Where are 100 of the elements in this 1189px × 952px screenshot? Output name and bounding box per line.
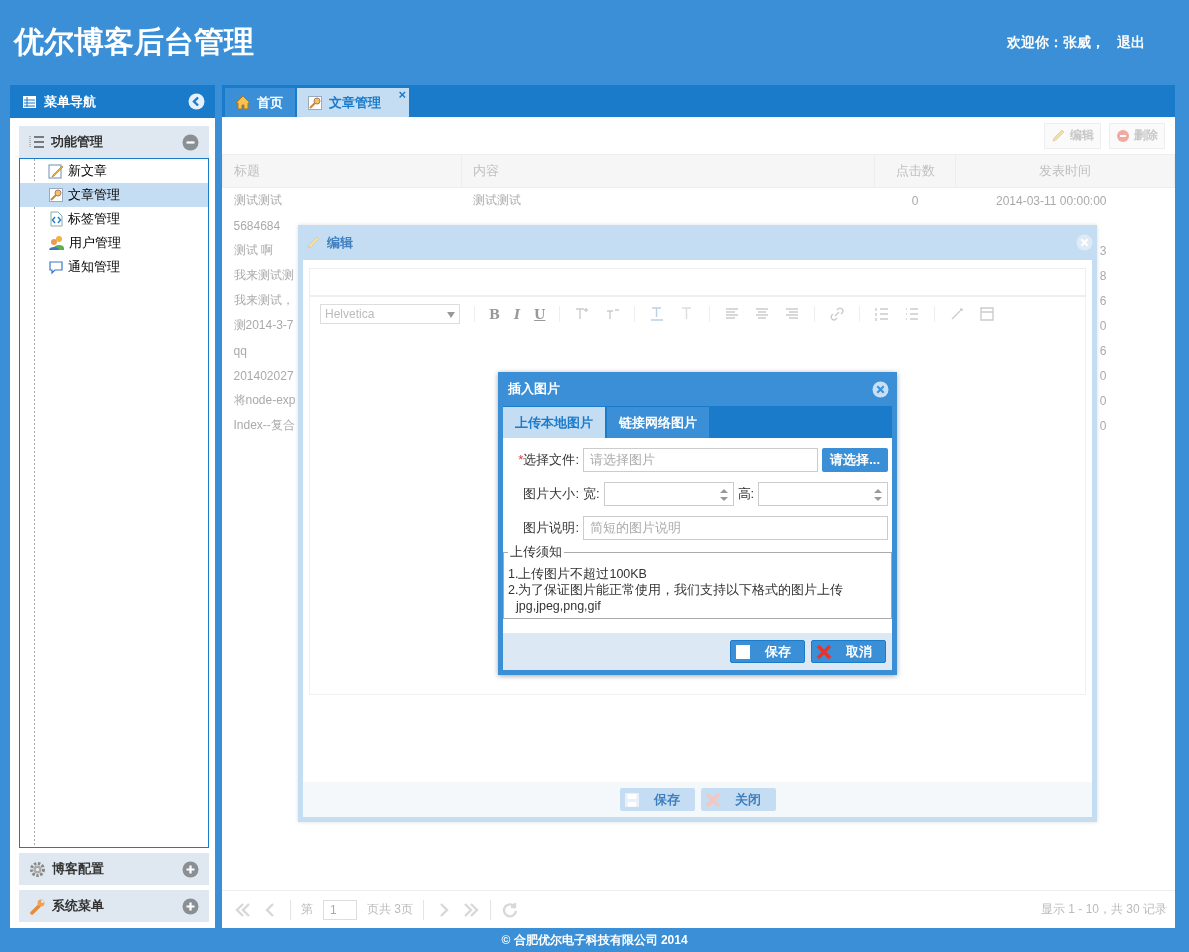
table-cell: 我来测试， xyxy=(233,293,294,307)
tab[interactable]: 首页 xyxy=(225,88,295,117)
file-input[interactable]: 请选择图片 xyxy=(583,448,819,472)
spinner-arrows-icon[interactable] xyxy=(873,488,883,502)
key-icon xyxy=(48,187,64,203)
table-cell: 5684684 xyxy=(233,218,281,233)
tree-item[interactable]: 通知管理 xyxy=(20,255,208,279)
browse-button[interactable]: 请选择... xyxy=(822,448,888,472)
tab[interactable]: 链接网络图片 xyxy=(607,407,709,438)
tab[interactable]: 文章管理 × xyxy=(297,88,409,117)
last-page-icon[interactable] xyxy=(462,900,480,919)
wrench-icon xyxy=(29,897,46,915)
font-size-up-icon[interactable] xyxy=(574,306,591,322)
tree-item[interactable]: 用户管理 xyxy=(20,231,208,255)
field-label: 图片说明: xyxy=(522,519,579,537)
collapse-circle-icon[interactable] xyxy=(182,133,199,151)
page-count: 页共 3页 xyxy=(367,901,413,918)
cross-icon xyxy=(704,791,721,808)
speech-bubble-icon xyxy=(48,259,64,275)
notice-text: 2.为了保证图片能正常使用，我们支持以下格式的图片上传 xyxy=(508,582,845,598)
height-label: 高: xyxy=(737,485,755,503)
table-cell: 测试 啊 xyxy=(233,243,273,257)
table-cell: 6 xyxy=(1099,343,1107,358)
table-cell: 0 xyxy=(1099,418,1107,433)
logout-link[interactable]: 退出 xyxy=(1117,33,1145,52)
users-icon xyxy=(48,235,65,251)
list-icon xyxy=(29,135,45,149)
width-input[interactable] xyxy=(603,482,734,506)
italic-button[interactable]: I xyxy=(514,306,521,322)
page-input[interactable]: 1 xyxy=(323,899,357,920)
first-page-icon[interactable] xyxy=(234,900,252,919)
section-title: 博客配置 xyxy=(52,860,105,878)
table-cell: 0 xyxy=(1099,393,1107,408)
welcome-text: 欢迎你：张威， xyxy=(1007,33,1105,52)
table-cell: Index--复合 xyxy=(233,418,295,432)
site-title: 优尔博客后台管理 xyxy=(14,23,254,61)
table-cell: 8 xyxy=(1099,268,1107,283)
table-cell: 测试测试 xyxy=(472,193,521,207)
accordion-header[interactable]: 博客配置 xyxy=(19,853,209,885)
tree-item[interactable]: 标签管理 xyxy=(20,207,208,231)
height-input[interactable] xyxy=(758,482,888,506)
pager-summary: 显示 1 - 10，共 30 记录 xyxy=(1040,901,1167,918)
remove-icon xyxy=(1116,128,1130,143)
collapse-icon[interactable] xyxy=(188,93,205,110)
align-center-icon[interactable] xyxy=(754,306,771,322)
image-icon[interactable] xyxy=(979,306,996,322)
font-select[interactable]: Helvetica xyxy=(320,304,460,324)
expand-circle-icon[interactable] xyxy=(182,897,199,915)
bullet-list-icon[interactable] xyxy=(904,306,921,322)
table-cell: 测试测试 xyxy=(233,193,282,207)
accordion-header[interactable]: 系统菜单 xyxy=(19,890,209,922)
numbered-list-icon[interactable] xyxy=(874,306,891,322)
notice-text: jpg,jpeg,png,gif xyxy=(514,598,602,614)
spinner-arrows-icon[interactable] xyxy=(718,488,729,502)
pencil-icon xyxy=(1051,128,1066,143)
tab[interactable]: 上传本地图片 xyxy=(503,407,605,438)
page-label: 第 xyxy=(301,901,313,918)
accordion-header[interactable]: 功能管理 xyxy=(19,126,209,158)
key-icon xyxy=(307,94,323,111)
table-cell: 测2014-3-7 xyxy=(233,318,294,332)
section-title: 系统菜单 xyxy=(52,897,105,915)
house-icon xyxy=(235,95,251,110)
table-cell: qq xyxy=(233,343,247,358)
link-icon[interactable] xyxy=(829,306,846,322)
save-button[interactable]: 保存 xyxy=(619,788,695,811)
width-label: 宽: xyxy=(583,485,600,503)
description-input[interactable]: 简短的图片说明 xyxy=(583,516,888,540)
save-button[interactable]: 保存 xyxy=(730,640,805,663)
text-color-icon[interactable] xyxy=(649,306,666,322)
table-cell: 我来测试测 xyxy=(233,268,294,282)
table-cell: 将node-exp xyxy=(233,393,296,407)
code-file-icon xyxy=(48,211,64,227)
panel-title: 菜单导航 xyxy=(44,92,97,111)
table-cell: 6 xyxy=(1099,293,1107,308)
table-cell: 0 xyxy=(1099,318,1107,333)
close-icon[interactable] xyxy=(872,380,889,398)
cross-icon xyxy=(816,643,832,660)
magic-wand-icon[interactable] xyxy=(949,306,966,322)
cancel-button[interactable]: 取消 xyxy=(811,640,886,663)
section-title: 功能管理 xyxy=(51,133,104,151)
align-left-icon[interactable] xyxy=(724,306,741,322)
refresh-icon[interactable] xyxy=(501,900,519,919)
tree-item[interactable]: 文章管理 xyxy=(20,183,208,207)
table-cell: 0 xyxy=(1099,368,1107,383)
align-right-icon[interactable] xyxy=(784,306,801,322)
tab-close-button[interactable]: × xyxy=(398,89,406,101)
notice-title: 上传须知 xyxy=(509,544,563,560)
close-icon[interactable] xyxy=(1076,234,1093,251)
underline-button[interactable]: U xyxy=(534,306,546,322)
bold-button[interactable]: B xyxy=(489,306,500,322)
pencil-note-icon xyxy=(48,163,64,179)
field-label: *选择文件: xyxy=(517,451,579,469)
dialog-title: 编辑 xyxy=(327,233,354,252)
table-cell: 0 xyxy=(911,193,919,208)
font-size-down-icon[interactable] xyxy=(604,306,621,322)
gear-icon xyxy=(29,860,46,878)
expand-circle-icon[interactable] xyxy=(182,860,199,878)
field-label: 图片大小: xyxy=(522,485,579,503)
close-button[interactable]: 关闭 xyxy=(700,788,776,811)
tree-item[interactable]: 新文章 xyxy=(20,159,208,183)
